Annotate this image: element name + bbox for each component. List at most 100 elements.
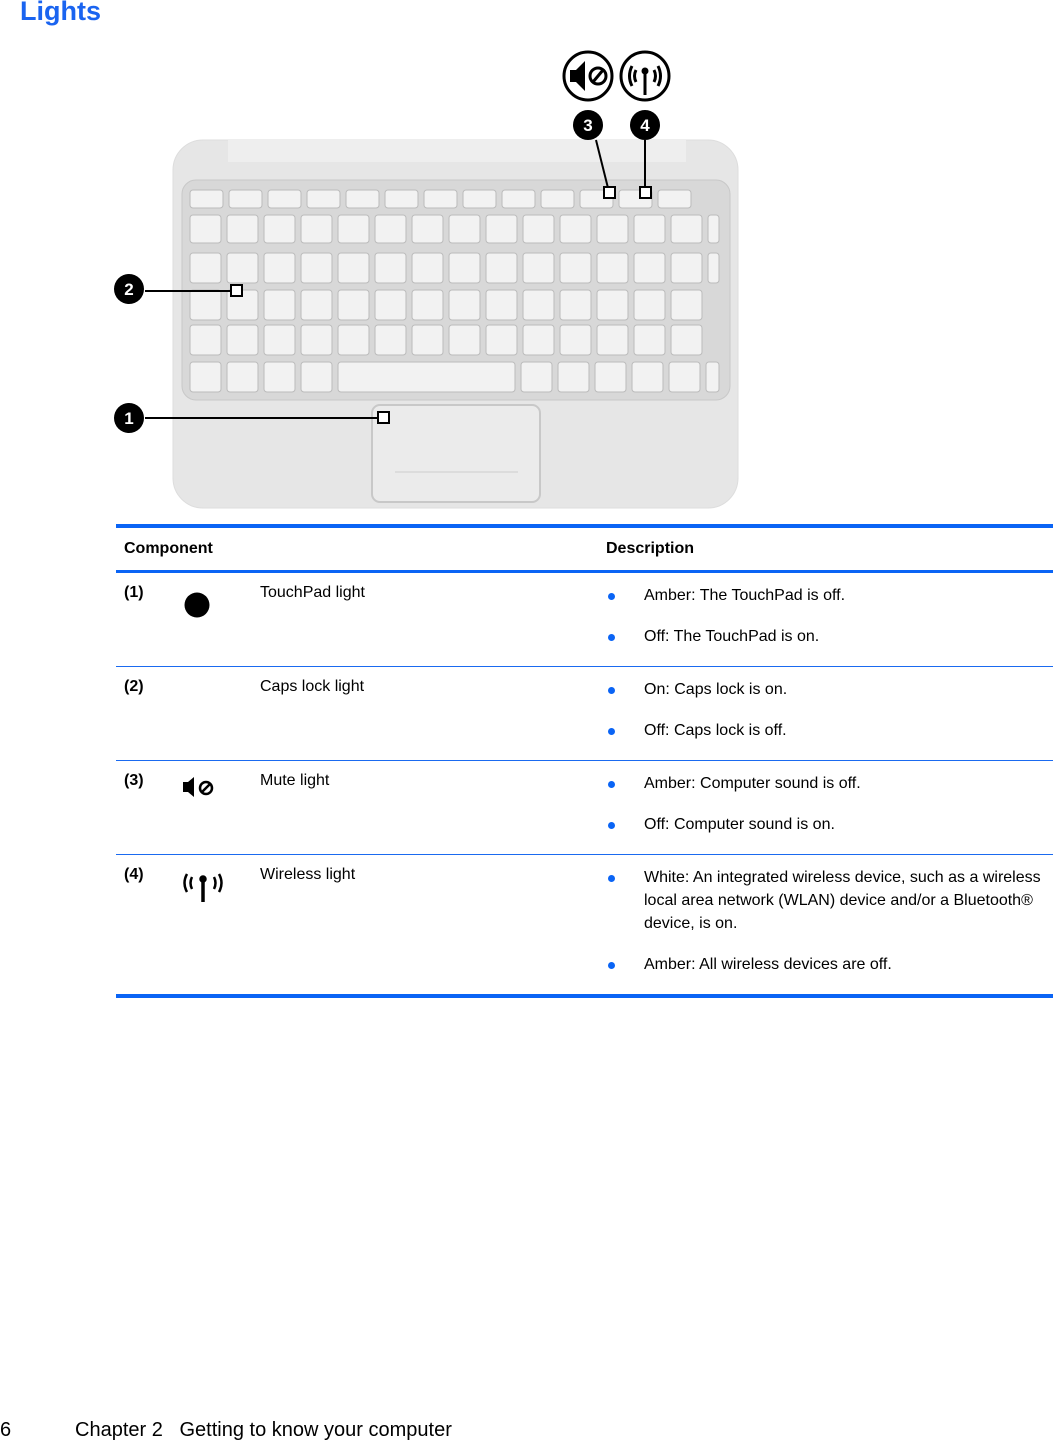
key	[411, 214, 444, 244]
key	[485, 289, 518, 321]
key	[522, 252, 555, 284]
key	[228, 189, 263, 209]
table-row: (4) Wireless light White: An integrated …	[116, 855, 1053, 997]
key	[540, 189, 575, 209]
wireless-icon	[182, 868, 224, 909]
key	[374, 289, 407, 321]
callout-2: 2	[114, 274, 144, 304]
key	[596, 289, 629, 321]
page-title: Lights	[20, 0, 101, 26]
key	[633, 214, 666, 244]
key	[522, 214, 555, 244]
description-item: Amber: The TouchPad is off.	[606, 584, 1045, 607]
key	[668, 361, 701, 393]
key	[670, 324, 703, 356]
key	[300, 361, 333, 393]
key	[485, 324, 518, 356]
key	[594, 361, 627, 393]
description-item: Off: The TouchPad is on.	[606, 625, 1045, 648]
key	[337, 252, 370, 284]
key	[448, 324, 481, 356]
header-component: Component	[116, 526, 598, 573]
key	[522, 324, 555, 356]
key	[189, 214, 222, 244]
description-item: Amber: All wireless devices are off.	[606, 953, 1045, 976]
key	[559, 214, 592, 244]
key	[670, 289, 703, 321]
description-item: Off: Computer sound is on.	[606, 813, 1045, 836]
key	[633, 289, 666, 321]
table-row: (1) TouchPad light Amber: The TouchPad i…	[116, 571, 1053, 667]
key	[670, 252, 703, 284]
key	[657, 189, 692, 209]
description-item: On: Caps lock is on.	[606, 678, 1045, 701]
key	[374, 252, 407, 284]
component-number: (3)	[116, 760, 172, 855]
component-name: TouchPad light	[252, 571, 598, 667]
key	[423, 189, 458, 209]
key	[300, 214, 333, 244]
key	[411, 252, 444, 284]
key	[374, 324, 407, 356]
key	[374, 214, 407, 244]
svg-text:1: 1	[124, 409, 133, 428]
key	[520, 361, 553, 393]
key	[448, 289, 481, 321]
chapter-footer: Chapter 2 Getting to know your computer	[75, 1419, 452, 1441]
key	[633, 252, 666, 284]
key	[596, 324, 629, 356]
key	[384, 189, 419, 209]
key	[189, 189, 224, 209]
svg-text:3: 3	[583, 116, 592, 135]
key	[670, 214, 703, 244]
page-number: 6	[0, 1419, 12, 1441]
key	[501, 189, 536, 209]
component-number: (2)	[116, 666, 172, 761]
key	[631, 361, 664, 393]
wireless-icon	[619, 50, 671, 102]
touchpad-light-icon	[182, 590, 212, 625]
key	[522, 289, 555, 321]
key	[462, 189, 497, 209]
table-row: (3) Mute light Amber: Computer sound is …	[116, 760, 1053, 855]
key	[411, 289, 444, 321]
callout-3: 3	[573, 110, 603, 140]
key	[300, 324, 333, 356]
key	[226, 252, 259, 284]
components-table: Component Description (1) TouchPad light…	[116, 524, 1053, 998]
key	[337, 324, 370, 356]
key	[263, 324, 296, 356]
key	[633, 324, 666, 356]
key	[337, 289, 370, 321]
component-number: (1)	[116, 571, 172, 667]
mute-icon	[562, 50, 614, 102]
key	[226, 361, 259, 393]
callout-1: 1	[114, 403, 144, 433]
component-name: Mute light	[252, 760, 598, 855]
key	[559, 324, 592, 356]
key	[596, 214, 629, 244]
key	[263, 252, 296, 284]
key	[559, 289, 592, 321]
key	[189, 324, 222, 356]
key	[300, 289, 333, 321]
key	[263, 361, 296, 393]
key	[189, 361, 222, 393]
key	[707, 214, 720, 244]
key	[559, 252, 592, 284]
description-item: Off: Caps lock is off.	[606, 719, 1045, 742]
key	[557, 361, 590, 393]
key	[337, 214, 370, 244]
key	[705, 361, 720, 393]
header-description: Description	[598, 526, 1053, 573]
key	[411, 324, 444, 356]
key	[448, 252, 481, 284]
key	[226, 324, 259, 356]
key	[306, 189, 341, 209]
key	[596, 252, 629, 284]
key	[485, 252, 518, 284]
table-row: (2) Caps lock light On: Caps lock is on.…	[116, 666, 1053, 761]
callout-4: 4	[630, 110, 660, 140]
keyboard-illustration: 1 2 3 4	[114, 50, 739, 509]
key	[267, 189, 302, 209]
